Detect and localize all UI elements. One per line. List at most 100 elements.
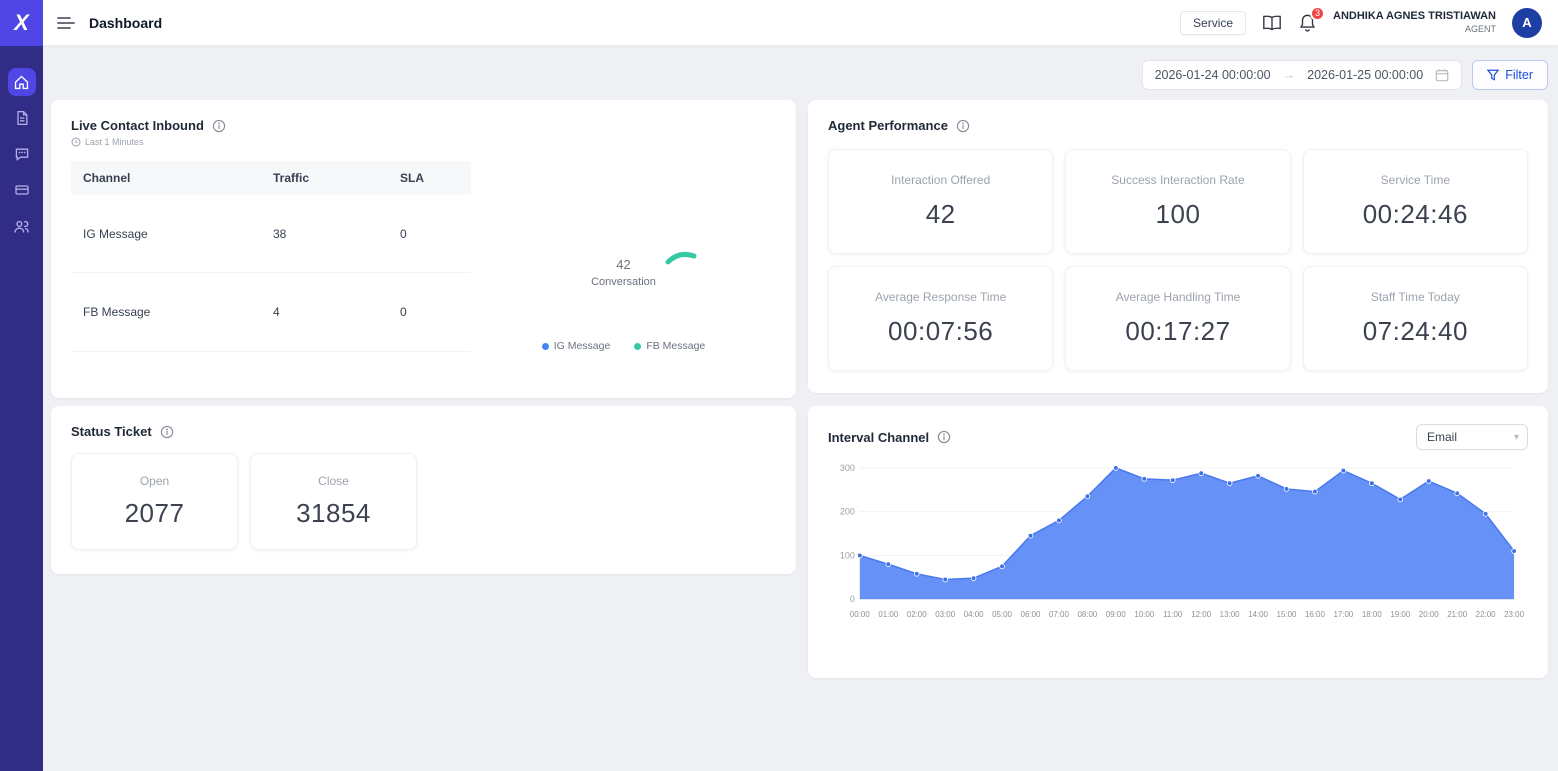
- main-column: Dashboard Service 3 ANDHIKA AGNES TRISTI…: [43, 0, 1558, 771]
- donut-chart: 42 Conversation IG Message FB Message: [471, 161, 776, 352]
- interval-channel-title: Interval Channel: [828, 429, 930, 445]
- chevron-down-icon: ▾: [1513, 431, 1519, 443]
- page-title: Dashboard: [89, 14, 163, 31]
- donut-total: 42: [616, 257, 631, 272]
- interval-area-chart: 0 100 200 300 00:00 01:00 02:00 03:00 04:00 05:00…: [840, 463, 1525, 619]
- stat-service-time: Service Time 00:24:46: [1302, 149, 1528, 254]
- col-traffic: Traffic: [261, 161, 388, 195]
- svg-text:09:00: 09:00: [1106, 610, 1126, 619]
- sidebar-item-messages[interactable]: [8, 140, 36, 168]
- menu-toggle[interactable]: [57, 16, 75, 30]
- home-icon: [14, 75, 29, 89]
- svg-text:22:00: 22:00: [1476, 610, 1496, 619]
- user-name: ANDHIKA AGNES TRISTIAWAN: [1333, 10, 1496, 22]
- svg-text:100: 100: [840, 550, 855, 560]
- stat-closed-tickets: Close 31854: [250, 453, 417, 550]
- svg-text:06:00: 06:00: [1021, 610, 1041, 619]
- svg-text:00:00: 00:00: [850, 610, 870, 619]
- info-icon[interactable]: [937, 430, 951, 444]
- svg-text:12:00: 12:00: [1191, 610, 1211, 619]
- sidebar-item-documents[interactable]: [8, 104, 36, 132]
- book-icon: [1263, 15, 1281, 30]
- dashboard-grid: Live Contact Inbound Last 1 Minutes Chan…: [51, 100, 1548, 678]
- sidebar: X: [0, 0, 43, 771]
- stat-average-handling-time: Average Handling Time 00:17:27: [1065, 266, 1291, 371]
- date-range-picker[interactable]: 2026-01-24 00:00:00 → 2026-01-25 00:00:0…: [1141, 60, 1463, 90]
- user-info: ANDHIKA AGNES TRISTIAWAN AGENT: [1333, 10, 1496, 35]
- svg-text:04:00: 04:00: [964, 610, 984, 619]
- docs-button[interactable]: [1262, 14, 1282, 32]
- table-header-row: Channel Traffic SLA: [71, 161, 471, 195]
- svg-text:15:00: 15:00: [1277, 610, 1297, 619]
- date-start: 2026-01-24 00:00:00: [1154, 68, 1271, 82]
- date-end: 2026-01-25 00:00:00: [1307, 68, 1424, 82]
- filter-button[interactable]: Filter: [1472, 60, 1548, 90]
- channel-select[interactable]: Email ▾: [1416, 424, 1528, 450]
- svg-text:14:00: 14:00: [1248, 610, 1268, 619]
- legend-item[interactable]: FB Message: [634, 340, 705, 352]
- stat-interaction-offered: Interaction Offered 42: [828, 149, 1054, 254]
- svg-text:200: 200: [840, 507, 855, 517]
- stat-staff-time-today: Staff Time Today 07:24:40: [1302, 266, 1528, 371]
- status-row: Open 2077 Close 31854: [71, 453, 776, 550]
- status-ticket-card: Status Ticket Open 2077 Close 31854: [51, 406, 796, 574]
- hamburger-icon: [57, 16, 75, 29]
- date-arrow: →: [1282, 68, 1296, 82]
- svg-text:0: 0: [850, 594, 855, 604]
- donut-legend: IG Message FB Message: [541, 340, 705, 352]
- col-channel: Channel: [71, 161, 261, 195]
- stat-success-interaction-rate: Success Interaction Rate 100: [1065, 149, 1291, 254]
- svg-text:01:00: 01:00: [878, 610, 898, 619]
- info-icon[interactable]: [160, 425, 174, 439]
- calendar-icon: [1435, 69, 1449, 82]
- stat-average-response-time: Average Response Time 00:07:56: [828, 266, 1054, 371]
- legend-dot-fb: [634, 342, 642, 350]
- users-icon: [14, 220, 29, 233]
- donut-arc-icon: [665, 252, 697, 265]
- sidebar-nav: [7, 68, 36, 240]
- live-contact-card: Live Contact Inbound Last 1 Minutes Chan…: [51, 100, 796, 398]
- table-row: IG Message 38 0: [71, 195, 471, 274]
- stat-open-tickets: Open 2077: [71, 453, 238, 550]
- funnel-icon: [1487, 69, 1500, 81]
- svg-text:20:00: 20:00: [1419, 610, 1439, 619]
- live-contact-title: Live Contact Inbound: [71, 118, 204, 133]
- sidebar-item-users[interactable]: [8, 212, 36, 240]
- svg-text:07:00: 07:00: [1049, 610, 1069, 619]
- notifications-button[interactable]: 3: [1298, 5, 1326, 33]
- live-contact-subtitle-row: Last 1 Minutes: [71, 137, 776, 147]
- svg-text:21:00: 21:00: [1447, 610, 1467, 619]
- svg-text:05:00: 05:00: [992, 610, 1012, 619]
- interval-channel-card: Interval Channel Email ▾ 0 100 200 300 00:00…: [808, 406, 1548, 678]
- user-role: AGENT: [1464, 23, 1496, 34]
- svg-text:13:00: 13:00: [1220, 610, 1240, 619]
- app-logo[interactable]: X: [0, 0, 43, 46]
- sidebar-item-home[interactable]: [7, 68, 36, 96]
- table-row: FB Message 4 0: [71, 272, 471, 352]
- agent-performance-title: Agent Performance: [828, 118, 948, 133]
- svg-text:11:00: 11:00: [1163, 610, 1183, 619]
- svg-text:10:00: 10:00: [1134, 610, 1154, 619]
- avatar[interactable]: A: [1512, 7, 1542, 38]
- ticket-icon: [14, 185, 29, 195]
- col-sla: SLA: [388, 161, 471, 195]
- agent-performance-card: Agent Performance Interaction Offered 42…: [808, 100, 1548, 393]
- svg-text:16:00: 16:00: [1305, 610, 1325, 619]
- service-button[interactable]: Service: [1180, 10, 1247, 35]
- donut-label: Conversation: [591, 276, 656, 288]
- agent-stats-grid: Interaction Offered 42 Success Interacti…: [828, 149, 1528, 371]
- sidebar-item-tickets[interactable]: [8, 176, 36, 204]
- info-icon[interactable]: [956, 119, 970, 133]
- clock-icon: [71, 137, 81, 147]
- svg-text:23:00: 23:00: [1504, 610, 1524, 619]
- notification-badge: 3: [1310, 5, 1326, 21]
- top-header: Dashboard Service 3 ANDHIKA AGNES TRISTI…: [43, 0, 1558, 46]
- live-contact-table: Channel Traffic SLA IG Message 38 0 FB M…: [71, 161, 471, 352]
- info-icon[interactable]: [212, 119, 226, 133]
- legend-item[interactable]: IG Message: [541, 340, 610, 352]
- svg-text:17:00: 17:00: [1333, 610, 1353, 619]
- svg-text:19:00: 19:00: [1390, 610, 1410, 619]
- filter-row: 2026-01-24 00:00:00 → 2026-01-25 00:00:0…: [51, 60, 1548, 90]
- chat-icon: [15, 148, 28, 161]
- svg-text:02:00: 02:00: [907, 610, 927, 619]
